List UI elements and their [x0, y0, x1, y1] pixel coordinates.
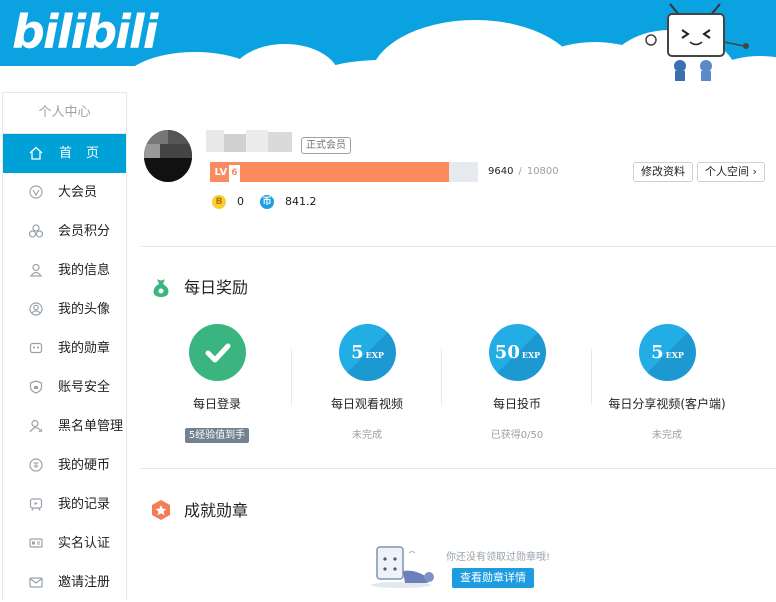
sidebar-item-label: 我的勋章 [58, 341, 111, 356]
task-status: 5经验值到手 [142, 426, 292, 443]
task-name: 每日投币 [492, 397, 541, 411]
id-card-icon [29, 538, 43, 548]
bcoin-value: 0 [237, 195, 244, 208]
avatar-icon [29, 302, 43, 316]
exp-text: 9640 / 10800 [488, 166, 559, 177]
level-label: LV [214, 167, 228, 178]
level-value: 6 [229, 165, 240, 182]
exp-amount: 5 [351, 342, 364, 363]
points-icon [29, 224, 43, 238]
sidebar-item-blacklist[interactable]: 黑名单管理 [3, 407, 126, 446]
task-status: 未完成 [652, 430, 682, 441]
view-medals-button[interactable]: 查看勋章详情 [452, 568, 534, 588]
exp-progress-bar [210, 162, 478, 182]
task-status: 已获得0/50 [490, 430, 544, 441]
medal-icon [29, 342, 43, 354]
task-status-badge: 5经验值到手 [184, 428, 250, 443]
task-done-circle [189, 324, 246, 381]
sidebar-item-avatar[interactable]: 我的头像 [3, 290, 126, 329]
sidebar-item-points[interactable]: 会员积分 [3, 212, 126, 251]
exp-circle: 5 EXP [639, 324, 696, 381]
sidebar-item-security[interactable]: 账号安全 [3, 368, 126, 407]
task-coin: 50 EXP 每日投币 已获得0/50 [442, 324, 592, 444]
exp-circle: 5 EXP [339, 324, 396, 381]
exp-current: 9640 [488, 166, 514, 177]
exp-unit: EXP [521, 350, 541, 360]
exp-max: 10800 [526, 166, 559, 177]
sidebar-item-label: 我的硬币 [58, 458, 111, 473]
task-name: 每日观看视频 [330, 397, 403, 411]
exp-separator: / [518, 166, 522, 177]
exp-amount: 5 [651, 342, 664, 363]
sidebar-item-medal[interactable]: 我的勋章 [3, 329, 126, 368]
task-name: 每日登录 [192, 397, 241, 411]
star-badge-icon [152, 500, 170, 520]
checkmark-icon [205, 343, 231, 363]
divider [141, 468, 776, 469]
sidebar-item-info[interactable]: 我的信息 [3, 251, 126, 290]
coin-icon [29, 458, 43, 472]
task-watch-video: 5 EXP 每日观看视频 未完成 [292, 324, 442, 444]
task-share-video: 5 EXP 每日分享视频(客户端) 未完成 [592, 324, 742, 444]
daily-rewards-title: 每日奖励 [184, 278, 249, 297]
invite-icon [29, 577, 43, 588]
sidebar-item-label: 我的信息 [58, 263, 111, 278]
sidebar-item-records[interactable]: 我的记录 [3, 485, 126, 524]
vip-icon [29, 185, 43, 199]
exp-progress-fill [210, 162, 450, 182]
empty-medals-illustration [371, 546, 434, 588]
coin-value: 841.2 [285, 195, 317, 208]
task-name: 每日分享视频(客户端) [608, 397, 726, 411]
bcoin-icon: B [212, 195, 226, 209]
sidebar-item-label: 邀请注册 [58, 575, 111, 590]
sidebar-item-vip[interactable]: 大会员 [3, 173, 126, 212]
coin-icon: 币 [260, 195, 274, 209]
header-banner: bilibili [0, 0, 776, 92]
tv-mascot-illustration [645, 3, 749, 81]
sidebar-item-label: 实名认证 [58, 536, 111, 551]
sidebar-item-label: 我的头像 [58, 302, 111, 317]
sidebar-item-label: 会员积分 [58, 224, 111, 239]
bilibili-logo[interactable]: bilibili [12, 4, 158, 60]
user-info-icon [29, 263, 43, 277]
money-bag-icon [153, 279, 169, 297]
vip-badge: 正式会员 [301, 137, 351, 154]
sidebar-item-coins[interactable]: 我的硬币 [3, 446, 126, 485]
home-icon [29, 146, 43, 160]
sidebar: 个人中心 首页 大会员 会员积分 我的信息 我的头像 我的勋章 账号安全 黑名单… [2, 92, 127, 600]
personal-space-button[interactable]: 个人空间 › [697, 162, 765, 182]
username-blurred [206, 130, 296, 152]
sidebar-item-label: 账号安全 [58, 380, 111, 395]
achievements-title: 成就勋章 [184, 501, 249, 520]
exp-amount: 50 [494, 342, 520, 363]
sidebar-item-home[interactable]: 首页 [3, 134, 126, 173]
divider [141, 246, 776, 247]
sidebar-title: 个人中心 [3, 93, 126, 134]
shield-icon [29, 380, 43, 394]
record-icon [29, 498, 43, 511]
sidebar-item-label: 我的记录 [58, 497, 111, 512]
exp-unit: EXP [665, 350, 684, 360]
sidebar-item-label: 黑名单管理 [58, 419, 124, 434]
level-badge: LV 6 [210, 164, 244, 182]
edit-profile-button[interactable]: 修改资料 [633, 162, 693, 182]
no-medals-text: 你还没有领取过勋章哦! [446, 552, 551, 563]
task-daily-login: 每日登录 5经验值到手 [142, 324, 292, 444]
sidebar-item-invite[interactable]: 邀请注册 [3, 563, 126, 602]
blacklist-icon [29, 419, 43, 433]
sidebar-item-label: 大会员 [58, 185, 98, 200]
sidebar-item-realname[interactable]: 实名认证 [3, 524, 126, 563]
main-content: 正式会员 LV 6 9640 / 10800 修改资料 个人空间 › B 0 币 84… [126, 92, 776, 599]
task-status: 未完成 [352, 430, 382, 441]
avatar[interactable] [144, 130, 192, 182]
exp-circle: 50 EXP [489, 324, 546, 381]
sidebar-item-label: 首页 [59, 146, 114, 161]
exp-unit: EXP [365, 350, 384, 360]
